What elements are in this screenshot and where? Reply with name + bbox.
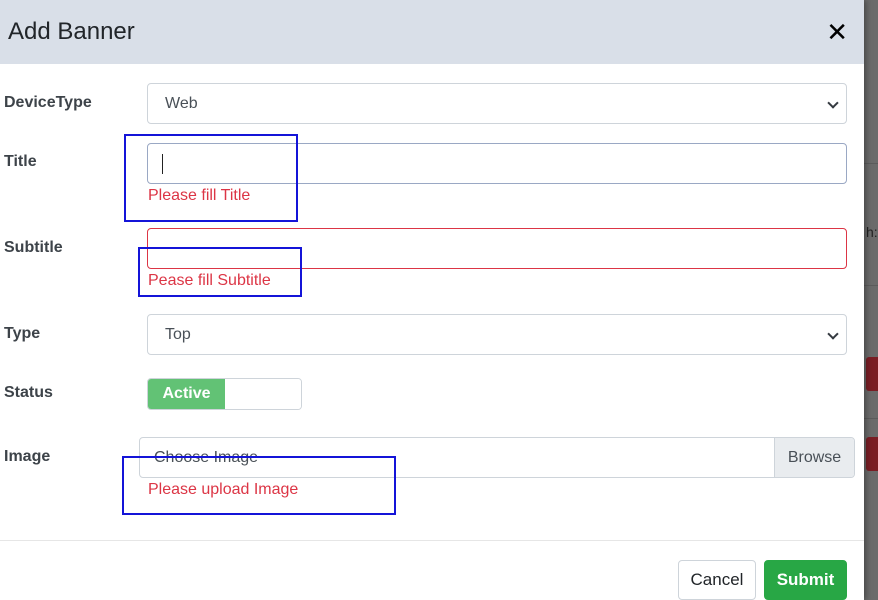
type-label: Type: [4, 325, 41, 342]
type-select[interactable]: Top: [147, 314, 847, 355]
background-delete-button[interactable]: [866, 437, 878, 471]
page: h: Add Banner ✕ DeviceType Web Title Ple…: [0, 0, 878, 600]
background-text: h:: [866, 224, 878, 240]
image-error: Please upload Image: [148, 481, 299, 498]
background-divider: [864, 163, 878, 164]
device-type-label: DeviceType: [4, 94, 92, 111]
annotation-line: [139, 457, 274, 458]
status-toggle[interactable]: Active: [147, 378, 302, 410]
background-page: [864, 0, 878, 600]
title-input[interactable]: [147, 143, 847, 184]
device-type-select[interactable]: Web: [147, 83, 847, 124]
status-label: Status: [4, 384, 53, 401]
status-active: Active: [148, 379, 225, 409]
image-label: Image: [4, 448, 51, 465]
submit-button[interactable]: Submit: [764, 560, 847, 600]
title-label: Title: [4, 153, 37, 170]
modal-header: Add Banner ✕: [0, 0, 864, 64]
status-inactive-half: [225, 379, 301, 409]
background-delete-button[interactable]: [866, 357, 878, 391]
background-divider: [864, 418, 878, 419]
text-cursor: [162, 153, 163, 174]
modal-title: Add Banner: [8, 18, 135, 45]
chevron-down-icon: [828, 330, 838, 340]
add-banner-modal: Add Banner ✕ DeviceType Web Title Please…: [0, 0, 864, 600]
subtitle-label: Subtitle: [4, 239, 63, 256]
device-type-value: Web: [165, 94, 198, 112]
type-value: Top: [165, 325, 191, 343]
subtitle-input[interactable]: [147, 228, 847, 269]
close-icon[interactable]: ✕: [818, 19, 848, 45]
browse-button[interactable]: Browse: [774, 438, 854, 477]
chevron-down-icon: [828, 99, 838, 109]
subtitle-error: Pease fill Subtitle: [148, 272, 271, 289]
title-error: Please fill Title: [148, 187, 251, 204]
background-divider: [864, 285, 878, 286]
cancel-button[interactable]: Cancel: [678, 560, 756, 600]
